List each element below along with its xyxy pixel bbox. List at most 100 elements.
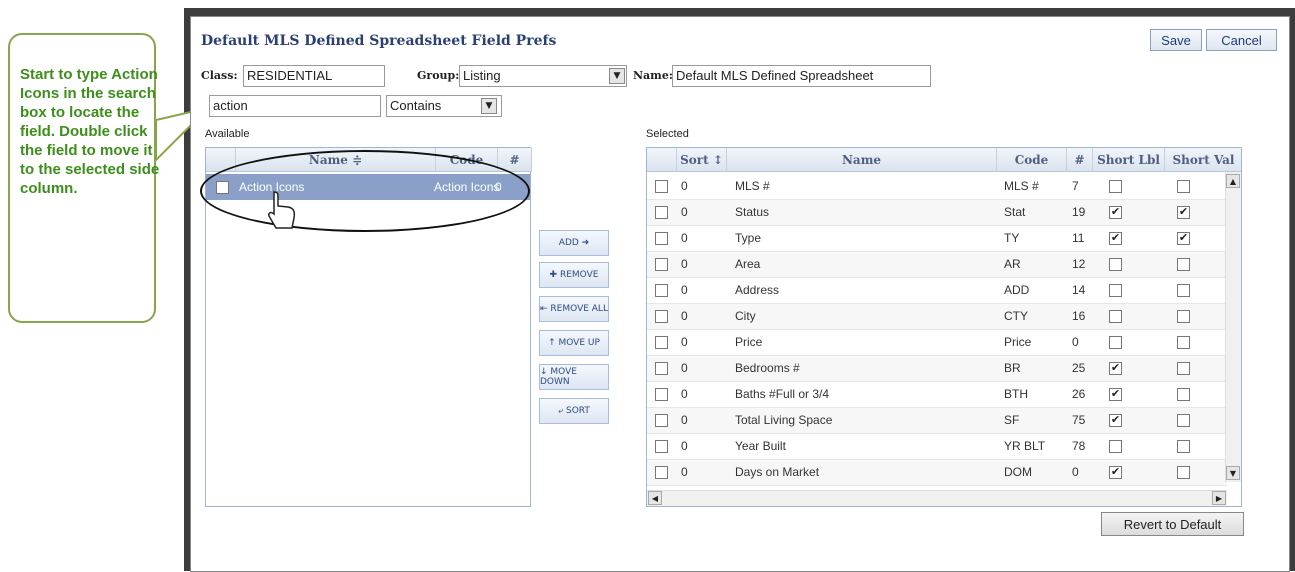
row-name: Status (735, 205, 770, 219)
row-num: 0 (1072, 335, 1079, 349)
remove-button[interactable]: ✚ REMOVE (539, 262, 609, 288)
name-field[interactable]: Default MLS Defined Spreadsheet (672, 65, 931, 87)
selected-row[interactable]: 0 Days on Market DOM 0 (647, 460, 1227, 486)
row-code: AR (1004, 257, 1021, 271)
vertical-scrollbar[interactable]: ▲ ▼ (1225, 172, 1241, 482)
row-sort: 0 (681, 179, 688, 193)
scroll-left-icon[interactable]: ◀ (648, 491, 662, 505)
chevron-down-icon[interactable]: ▼ (609, 68, 625, 84)
row-num: 19 (1072, 205, 1086, 219)
selected-row[interactable]: 0 Address ADD 14 (647, 278, 1227, 304)
short-val-checkbox[interactable] (1177, 180, 1190, 193)
short-val-checkbox[interactable] (1177, 310, 1190, 323)
row-checkbox[interactable] (655, 440, 668, 453)
short-val-checkbox[interactable] (1177, 284, 1190, 297)
short-lbl-checkbox[interactable] (1109, 440, 1122, 453)
row-num: 12 (1072, 257, 1086, 271)
short-lbl-checkbox[interactable] (1109, 180, 1122, 193)
row-sort: 0 (681, 309, 688, 323)
short-lbl-checkbox[interactable] (1109, 414, 1122, 427)
dialog-title: Default MLS Defined Spreadsheet Field Pr… (201, 33, 557, 49)
row-code: Stat (1004, 205, 1026, 219)
row-code: DOM (1004, 465, 1032, 479)
short-val-checkbox[interactable] (1177, 440, 1190, 453)
row-name: MLS # (735, 179, 770, 193)
short-lbl-checkbox[interactable] (1109, 258, 1122, 271)
selected-row[interactable]: 0 Total Living Space SF 75 (647, 408, 1227, 434)
selected-row[interactable]: 0 MLS # MLS # 7 (647, 174, 1227, 200)
move-down-button[interactable]: ↓ MOVE DOWN (539, 364, 609, 390)
selected-label: Selected (646, 128, 689, 140)
row-num: 75 (1072, 413, 1086, 427)
short-lbl-checkbox[interactable] (1109, 388, 1122, 401)
remove-all-button[interactable]: ⇤ REMOVE ALL (539, 296, 609, 322)
class-field[interactable]: RESIDENTIAL (243, 65, 385, 87)
short-lbl-checkbox[interactable] (1109, 466, 1122, 479)
row-checkbox[interactable] (655, 336, 668, 349)
row-name: Year Built (735, 439, 786, 453)
short-val-checkbox[interactable] (1177, 206, 1190, 219)
callout-text: Start to type Action Icons in the search… (20, 66, 160, 197)
row-checkbox[interactable] (655, 284, 668, 297)
selected-row[interactable]: 0 Type TY 11 (647, 226, 1227, 252)
selected-grid: Sort ↕ Name Code # Short Lbl Short Val 0… (646, 147, 1242, 507)
selected-row[interactable]: 0 Price Price 0 (647, 330, 1227, 356)
horizontal-scrollbar[interactable]: ◀ ▶ (647, 490, 1227, 506)
short-val-checkbox[interactable] (1177, 362, 1190, 375)
row-num: 0 (1072, 465, 1079, 479)
selected-row[interactable]: 0 Area AR 12 (647, 252, 1227, 278)
search-input[interactable]: action (209, 95, 381, 117)
row-checkbox[interactable] (655, 258, 668, 271)
row-checkbox[interactable] (655, 232, 668, 245)
hand-pointer-icon (268, 191, 296, 229)
add-button[interactable]: ADD ➜ (539, 230, 609, 256)
grid-header-code[interactable]: Code (997, 148, 1067, 172)
row-checkbox[interactable] (655, 414, 668, 427)
group-select[interactable]: Listing (459, 65, 627, 87)
selected-row[interactable]: 0 Bedrooms # BR 25 (647, 356, 1227, 382)
short-val-checkbox[interactable] (1177, 414, 1190, 427)
short-val-checkbox[interactable] (1177, 232, 1190, 245)
short-val-checkbox[interactable] (1177, 388, 1190, 401)
revert-to-default-button[interactable]: Revert to Default (1101, 512, 1244, 536)
short-val-checkbox[interactable] (1177, 258, 1190, 271)
selected-row[interactable]: 0 Baths #Full or 3/4 BTH 26 (647, 382, 1227, 408)
row-name: City (735, 309, 756, 323)
grid-header-num[interactable]: # (1067, 148, 1093, 172)
short-lbl-checkbox[interactable] (1109, 232, 1122, 245)
scroll-right-icon[interactable]: ▶ (1212, 491, 1226, 505)
move-up-button[interactable]: ↑ MOVE UP (539, 330, 609, 356)
row-code: MLS # (1004, 179, 1039, 193)
group-label: Group: (417, 69, 460, 82)
short-val-checkbox[interactable] (1177, 336, 1190, 349)
row-checkbox[interactable] (655, 180, 668, 193)
scroll-up-icon[interactable]: ▲ (1226, 174, 1240, 188)
short-lbl-checkbox[interactable] (1109, 206, 1122, 219)
selected-row[interactable]: 0 City CTY 16 (647, 304, 1227, 330)
cancel-button[interactable]: Cancel (1206, 29, 1277, 51)
sort-button[interactable]: ⤶ SORT (539, 398, 609, 424)
grid-header-short-val[interactable]: Short Val (1165, 148, 1241, 172)
selected-row[interactable]: 0 Year Built YR BLT 78 (647, 434, 1227, 460)
short-lbl-checkbox[interactable] (1109, 362, 1122, 375)
row-num: 7 (1072, 179, 1079, 193)
row-checkbox[interactable] (655, 362, 668, 375)
row-sort: 0 (681, 439, 688, 453)
scroll-down-icon[interactable]: ▼ (1226, 466, 1240, 480)
chevron-down-icon[interactable]: ▼ (481, 98, 497, 114)
short-lbl-checkbox[interactable] (1109, 336, 1122, 349)
grid-header-name[interactable]: Name (727, 148, 997, 172)
row-checkbox[interactable] (655, 466, 668, 479)
short-lbl-checkbox[interactable] (1109, 284, 1122, 297)
selected-row[interactable]: 0 Status Stat 19 (647, 200, 1227, 226)
grid-header-short-lbl[interactable]: Short Lbl (1093, 148, 1165, 172)
short-val-checkbox[interactable] (1177, 466, 1190, 479)
row-checkbox[interactable] (655, 388, 668, 401)
row-checkbox[interactable] (655, 310, 668, 323)
save-button[interactable]: Save (1150, 29, 1202, 51)
row-checkbox[interactable] (655, 206, 668, 219)
row-sort: 0 (681, 361, 688, 375)
short-lbl-checkbox[interactable] (1109, 310, 1122, 323)
grid-header-sort[interactable]: Sort ↕ (677, 148, 727, 172)
row-name: Total Living Space (735, 413, 833, 427)
